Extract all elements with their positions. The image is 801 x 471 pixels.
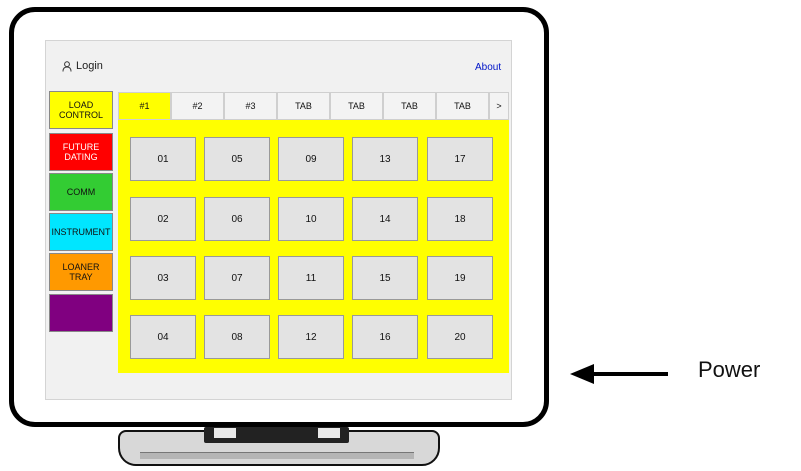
- sidebar-item-label: FUTURE DATING: [62, 142, 100, 162]
- sidebar-item-label: LOAD CONTROL: [58, 100, 103, 120]
- grid-button-15[interactable]: 15: [352, 256, 418, 300]
- grid-button-10[interactable]: 10: [278, 197, 344, 241]
- sidebar-item-purple[interactable]: [49, 294, 113, 332]
- grid-button-17[interactable]: 17: [427, 137, 493, 181]
- tab-3[interactable]: #3: [224, 92, 277, 120]
- grid-button-09[interactable]: 09: [278, 137, 344, 181]
- tab-1[interactable]: #1: [118, 92, 171, 120]
- grid-button-18[interactable]: 18: [427, 197, 493, 241]
- monitor-stand-foot: [140, 452, 414, 459]
- login-link[interactable]: Login: [62, 60, 103, 72]
- grid-button-20[interactable]: 20: [427, 315, 493, 359]
- sidebar-item-instrument[interactable]: INSTRUMENT: [49, 213, 113, 251]
- grid-button-06[interactable]: 06: [204, 197, 270, 241]
- grid-button-01[interactable]: 01: [130, 137, 196, 181]
- sidebar-item-label: INSTRUMENT: [51, 227, 111, 237]
- grid-button-19[interactable]: 19: [427, 256, 493, 300]
- grid-button-16[interactable]: 16: [352, 315, 418, 359]
- sidebar-item-comm[interactable]: COMM: [49, 173, 113, 211]
- sidebar-item-loaner-tray[interactable]: LOANER TRAY: [49, 253, 113, 291]
- stand-notch: [318, 428, 340, 438]
- grid-button-13[interactable]: 13: [352, 137, 418, 181]
- tab-2[interactable]: #2: [171, 92, 224, 120]
- tab-next-button[interactable]: >: [489, 92, 509, 120]
- sidebar-item-future-dating[interactable]: FUTURE DATING: [49, 133, 113, 171]
- grid-button-12[interactable]: 12: [278, 315, 344, 359]
- about-link[interactable]: About: [475, 62, 501, 73]
- grid-button-03[interactable]: 03: [130, 256, 196, 300]
- grid-button-07[interactable]: 07: [204, 256, 270, 300]
- grid-button-14[interactable]: 14: [352, 197, 418, 241]
- grid-button-11[interactable]: 11: [278, 256, 344, 300]
- grid-button-04[interactable]: 04: [130, 315, 196, 359]
- grid-button-02[interactable]: 02: [130, 197, 196, 241]
- tab-7[interactable]: TAB: [436, 92, 489, 120]
- power-arrow-icon: [570, 364, 668, 384]
- sidebar-item-label: LOANER TRAY: [62, 262, 100, 282]
- grid-button-05[interactable]: 05: [204, 137, 270, 181]
- grid-button-08[interactable]: 08: [204, 315, 270, 359]
- power-label: Power: [698, 357, 761, 382]
- tab-5[interactable]: TAB: [330, 92, 383, 120]
- tab-4[interactable]: TAB: [277, 92, 330, 120]
- sidebar-item-label: COMM: [66, 187, 96, 197]
- user-icon: [62, 60, 72, 72]
- stand-notch: [214, 428, 236, 438]
- sidebar-item-load-control[interactable]: LOAD CONTROL: [49, 91, 113, 129]
- tab-6[interactable]: TAB: [383, 92, 436, 120]
- login-label: Login: [76, 60, 103, 72]
